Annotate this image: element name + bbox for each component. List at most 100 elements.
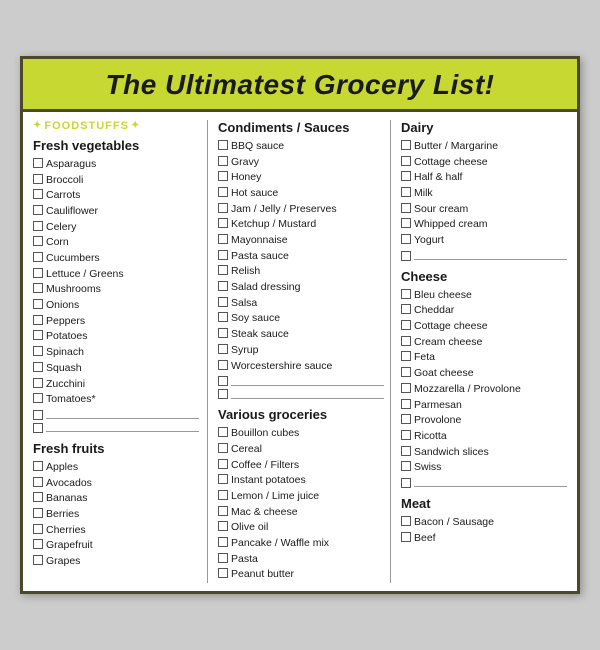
checkbox[interactable] [401,320,411,330]
checkbox[interactable] [33,492,43,502]
list-item: Zucchini [33,377,199,392]
checkbox[interactable] [218,376,228,386]
checkbox[interactable] [401,218,411,228]
checkbox[interactable] [33,423,43,433]
checkbox[interactable] [401,171,411,181]
list-item: Squash [33,361,199,376]
checkbox[interactable] [218,265,228,275]
checkbox[interactable] [33,189,43,199]
checkbox[interactable] [218,312,228,322]
checkbox[interactable] [218,474,228,484]
checkbox[interactable] [218,568,228,578]
checkbox[interactable] [401,351,411,361]
item-label: Beef [414,531,567,546]
checkbox[interactable] [218,537,228,547]
list-item: Syrup [218,343,384,358]
checkbox[interactable] [401,203,411,213]
checkbox[interactable] [218,328,228,338]
checkbox[interactable] [218,281,228,291]
checkbox[interactable] [218,203,228,213]
checkbox[interactable] [33,236,43,246]
checkbox[interactable] [401,446,411,456]
checkbox[interactable] [218,171,228,181]
checkbox[interactable] [33,461,43,471]
list-item: Bleu cheese [401,288,567,303]
item-label: Bananas [46,491,199,506]
checkbox[interactable] [218,389,228,399]
list-item: Asparagus [33,157,199,172]
checkbox[interactable] [33,555,43,565]
list-item: Tomatoes* [33,392,199,407]
checkbox[interactable] [33,362,43,372]
checkbox[interactable] [33,477,43,487]
checkbox[interactable] [33,158,43,168]
checkbox[interactable] [33,174,43,184]
checkbox[interactable] [218,459,228,469]
checkbox[interactable] [401,234,411,244]
checkbox[interactable] [401,399,411,409]
checkbox[interactable] [33,315,43,325]
checkbox[interactable] [218,297,228,307]
list-item: Cauliflower [33,204,199,219]
checkbox[interactable] [401,289,411,299]
list-item: Carrots [33,188,199,203]
item-label: Grapes [46,554,199,569]
checkbox[interactable] [401,430,411,440]
checkbox[interactable] [218,344,228,354]
checkbox[interactable] [33,508,43,518]
checkbox[interactable] [401,140,411,150]
checkbox[interactable] [218,156,228,166]
checkbox[interactable] [401,251,411,261]
item-label: Honey [231,170,384,185]
checkbox[interactable] [218,490,228,500]
checkbox[interactable] [33,205,43,215]
checkbox[interactable] [218,187,228,197]
checkbox[interactable] [401,367,411,377]
checkbox[interactable] [33,539,43,549]
checkbox[interactable] [401,461,411,471]
checkbox[interactable] [33,221,43,231]
checkbox[interactable] [33,283,43,293]
checkbox[interactable] [401,478,411,488]
checkbox[interactable] [218,506,228,516]
checkbox[interactable] [401,156,411,166]
blank-underline [46,422,199,432]
checkbox[interactable] [33,268,43,278]
list-item: Hot sauce [218,186,384,201]
checkbox[interactable] [401,187,411,197]
checkbox[interactable] [218,140,228,150]
checkbox[interactable] [33,299,43,309]
checkbox[interactable] [401,516,411,526]
item-label: Bacon / Sausage [414,515,567,530]
checkbox[interactable] [218,521,228,531]
checkbox[interactable] [33,252,43,262]
checkbox[interactable] [33,524,43,534]
item-label: Sour cream [414,202,567,217]
checkbox[interactable] [218,234,228,244]
checkbox[interactable] [33,330,43,340]
checkbox[interactable] [401,336,411,346]
checkbox[interactable] [218,427,228,437]
checkbox[interactable] [401,414,411,424]
checkbox[interactable] [218,360,228,370]
checkbox[interactable] [33,410,43,420]
checkbox[interactable] [33,378,43,388]
checkbox[interactable] [401,383,411,393]
dairy-list: Butter / MargarineCottage cheeseHalf & h… [401,139,567,248]
item-label: Cottage cheese [414,155,567,170]
checkbox[interactable] [218,553,228,563]
item-label: Asparagus [46,157,199,172]
checkbox[interactable] [33,393,43,403]
list-item: Lettuce / Greens [33,267,199,282]
item-label: Cauliflower [46,204,199,219]
checkbox[interactable] [401,304,411,314]
checkbox[interactable] [401,532,411,542]
checkbox[interactable] [218,250,228,260]
checkbox[interactable] [33,346,43,356]
checkbox[interactable] [218,443,228,453]
item-label: Apples [46,460,199,475]
checkbox[interactable] [218,218,228,228]
list-item: Cherries [33,523,199,538]
meat-title: Meat [401,496,567,511]
blank-line-cond-1 [218,375,384,386]
